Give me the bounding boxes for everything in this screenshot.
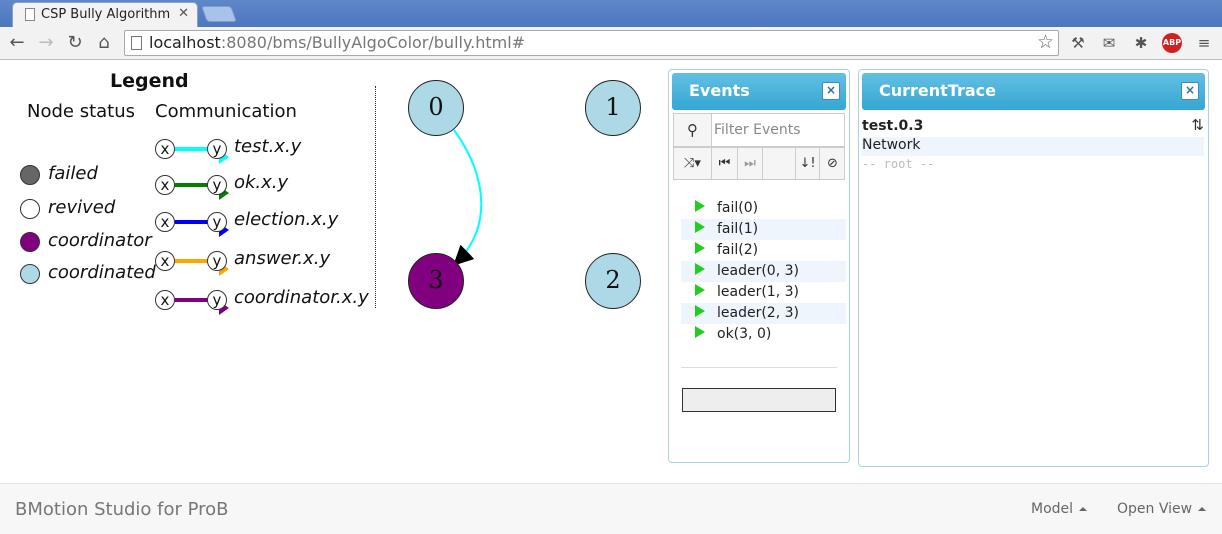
events-list: fail(0) fail(1) fail(2) leader(0, 3) lea…	[681, 198, 846, 345]
step-forward-icon[interactable]: ⏭	[738, 148, 763, 179]
gmail-icon[interactable]: ✉	[1099, 33, 1119, 53]
back-icon[interactable]: ←	[6, 32, 28, 54]
failed-dot	[20, 165, 40, 185]
step-back-icon[interactable]: ⏮	[712, 148, 738, 179]
legend-divider	[375, 86, 376, 308]
filter-box: ⚲	[673, 113, 845, 147]
events-divider	[681, 367, 837, 368]
revived-dot	[20, 199, 40, 219]
list-item[interactable]: fail(0)	[681, 198, 846, 219]
trace-item[interactable]: Network	[862, 137, 1204, 156]
trace-root: -- root --	[862, 157, 935, 171]
page-icon	[131, 36, 142, 50]
events-panel: Events × ⚲ ⤨▾ ⏮ ⏭ ↓! ⊘ fail(0) fail(1) f…	[668, 69, 850, 463]
browser-tab-bar: CSP Bully Algorithm ✕	[0, 0, 1222, 27]
menu-icon[interactable]: ≡	[1194, 33, 1214, 53]
brand[interactable]: BMotion Studio for ProB	[15, 499, 229, 520]
browser-toolbar: ← → ↻ ⌂ localhost:8080/bms/BullyAlgoColo…	[0, 27, 1222, 60]
tab-title: CSP Bully Algorithm	[41, 7, 171, 22]
forward-icon[interactable]: →	[35, 32, 57, 54]
caret-up-icon	[1198, 507, 1207, 511]
coordinated-dot	[20, 264, 40, 284]
bug-icon[interactable]: ✱	[1131, 33, 1151, 53]
events-toolbar: ⤨▾ ⏮ ⏭ ↓! ⊘	[673, 147, 845, 180]
play-icon	[695, 200, 705, 212]
play-icon	[695, 284, 705, 296]
url-text: localhost:8080/bms/BullyAlgoColor/bully.…	[149, 33, 526, 52]
play-icon	[695, 242, 705, 254]
list-item[interactable]: fail(2)	[681, 240, 846, 261]
play-icon	[695, 305, 705, 317]
home-icon[interactable]: ⌂	[93, 32, 115, 54]
open-view-menu[interactable]: Open View	[1117, 501, 1207, 517]
page-icon	[25, 8, 35, 21]
events-title: Events	[689, 81, 750, 100]
filter-events-input[interactable]	[714, 118, 842, 142]
caret-up-icon	[1079, 507, 1088, 511]
play-icon	[695, 326, 705, 338]
node-2[interactable]: 2	[585, 253, 641, 309]
node-1[interactable]: 1	[585, 80, 641, 136]
sort-icon[interactable]: ⇅	[1191, 116, 1204, 134]
events-panel-header[interactable]: Events ×	[672, 73, 846, 110]
reload-icon[interactable]: ↻	[64, 32, 86, 54]
bookmark-star-icon[interactable]: ☆	[1037, 31, 1054, 53]
search-icon: ⚲	[674, 114, 712, 146]
trace-title: CurrentTrace	[879, 81, 996, 100]
trace-name: test.0.3	[862, 118, 924, 134]
shuffle-icon[interactable]: ⤨▾	[674, 148, 712, 179]
browser-tab[interactable]: CSP Bully Algorithm ✕	[12, 2, 198, 27]
play-icon	[695, 221, 705, 233]
list-item[interactable]: leader(0, 3)	[681, 261, 846, 282]
node-status-header: Node status	[27, 101, 136, 122]
events-input-box[interactable]	[682, 388, 836, 412]
sort-icon[interactable]: ↓!	[795, 148, 820, 179]
node-0[interactable]: 0	[408, 80, 464, 136]
list-item[interactable]: ok(3, 0)	[681, 324, 846, 345]
list-item[interactable]: fail(1)	[681, 219, 846, 240]
address-bar[interactable]: localhost:8080/bms/BullyAlgoColor/bully.…	[124, 30, 1059, 56]
legend-title: Legend	[110, 70, 189, 92]
play-icon	[695, 263, 705, 275]
network-graph: 0 1 2 3	[390, 70, 660, 330]
model-menu[interactable]: Model	[1031, 501, 1088, 517]
list-item[interactable]: leader(2, 3)	[681, 303, 846, 324]
node-3[interactable]: 3	[408, 253, 464, 309]
close-events-icon[interactable]: ×	[822, 82, 840, 100]
new-tab-button[interactable]	[201, 6, 237, 22]
close-tab-icon[interactable]: ✕	[178, 6, 189, 21]
footer-bar: BMotion Studio for ProB Model Open View	[0, 483, 1222, 534]
extension-icon[interactable]: ⚒	[1068, 33, 1088, 53]
edge-0-3	[453, 129, 483, 266]
hide-icon[interactable]: ⊘	[820, 148, 845, 179]
communication-header: Communication	[155, 101, 297, 122]
trace-panel: CurrentTrace × test.0.3 ⇅ Network -- roo…	[858, 69, 1209, 467]
close-trace-icon[interactable]: ×	[1181, 82, 1199, 100]
trace-panel-header[interactable]: CurrentTrace ×	[862, 73, 1205, 110]
coordinator-dot	[20, 232, 40, 252]
list-item[interactable]: leader(1, 3)	[681, 282, 846, 303]
adblock-icon[interactable]: ABP	[1162, 33, 1182, 53]
